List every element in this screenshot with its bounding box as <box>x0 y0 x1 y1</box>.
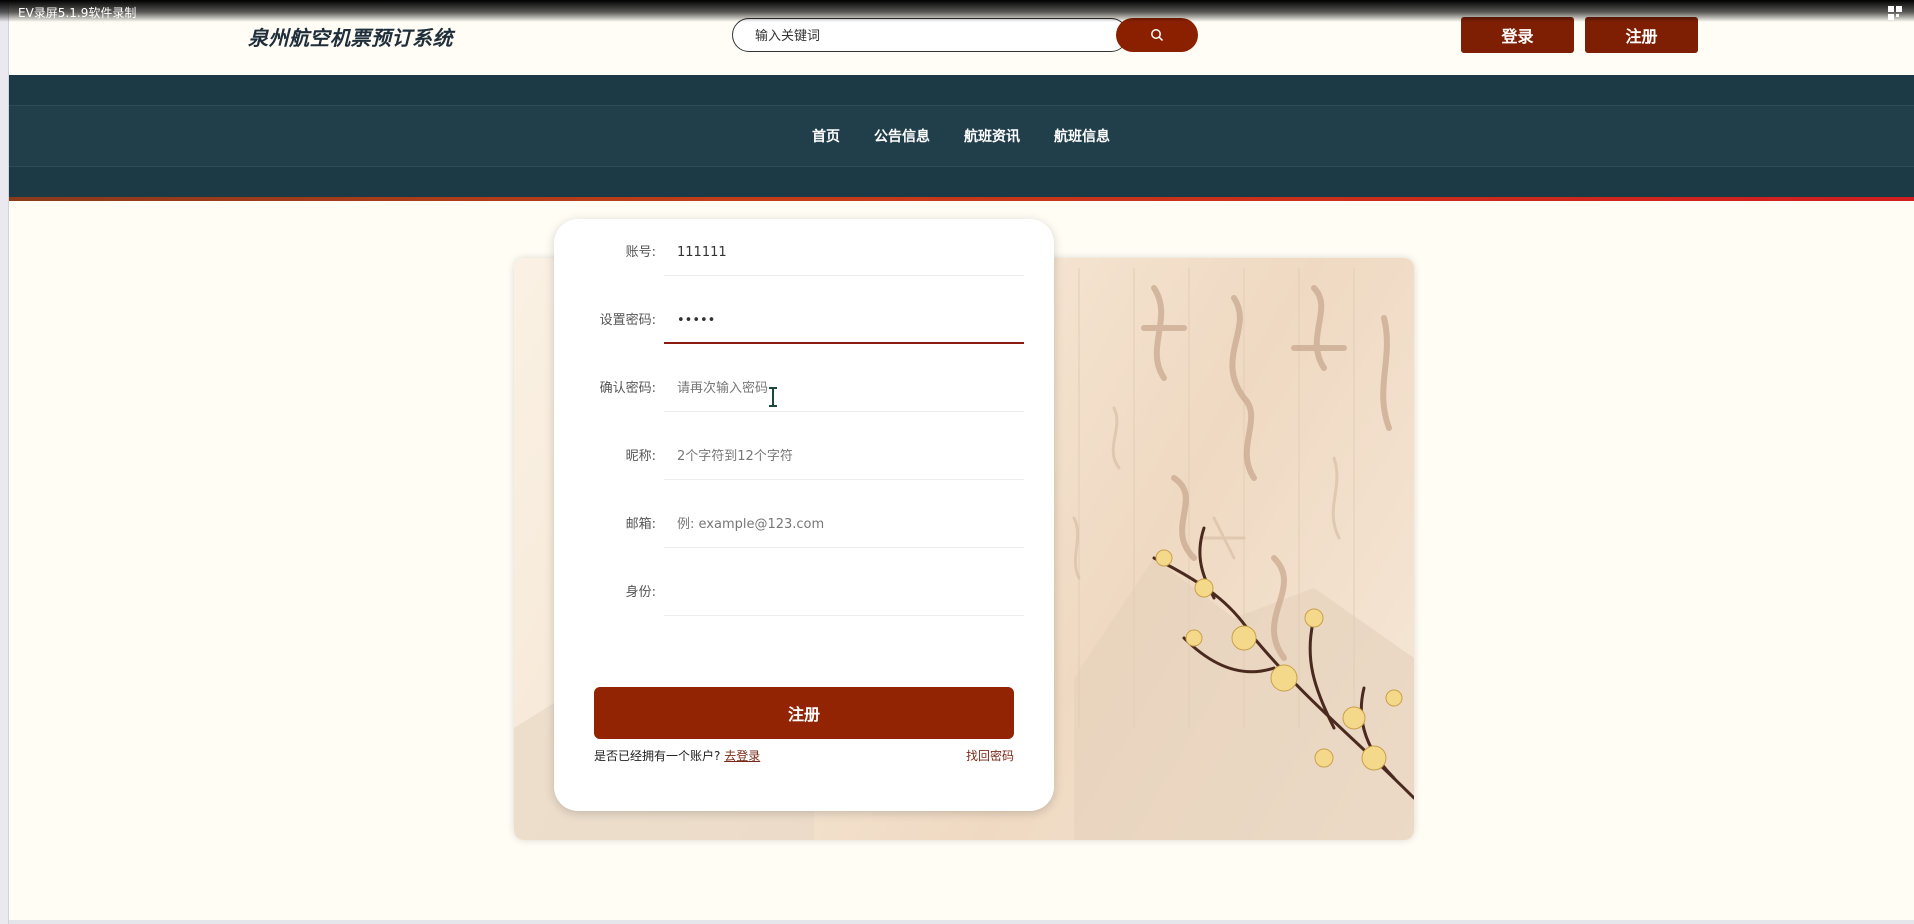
submit-register-button[interactable]: 注册 <box>594 687 1014 739</box>
nav-item-flight-news[interactable]: 航班资讯 <box>964 126 1020 146</box>
field-row-confirm-password: 确认密码: <box>554 355 1054 423</box>
search-box <box>732 18 1128 52</box>
field-row-nickname: 昵称: <box>554 423 1054 491</box>
main-nav: 首页 公告信息 航班资讯 航班信息 <box>8 75 1914 197</box>
field-row-email: 邮箱: <box>554 491 1054 559</box>
has-account-text: 是否已经拥有一个账户? <box>594 749 721 763</box>
role-input[interactable] <box>664 570 1024 616</box>
search-icon <box>1151 29 1164 42</box>
account-label: 账号: <box>625 245 656 260</box>
password-input[interactable] <box>664 298 1024 344</box>
field-row-account: 账号: <box>554 219 1054 287</box>
confirm-password-label: 确认密码: <box>599 381 656 396</box>
go-login-link[interactable]: 去登录 <box>724 749 760 763</box>
nickname-input[interactable] <box>664 434 1024 480</box>
forgot-password-link[interactable]: 找回密码 <box>966 747 1014 764</box>
nav-item-flight-info[interactable]: 航班信息 <box>1054 126 1110 146</box>
recorder-overlay: EV录屏5.1.9软件录制 <box>0 0 1914 22</box>
account-input[interactable] <box>664 230 1024 276</box>
nav-accent-line <box>8 197 1914 201</box>
confirm-password-input[interactable] <box>664 366 1024 412</box>
window-left-edge <box>0 0 9 924</box>
window-bottom-edge <box>0 920 1914 924</box>
nickname-label: 昵称: <box>625 449 656 464</box>
login-button[interactable]: 登录 <box>1461 17 1574 53</box>
register-form-card: 账号: 设置密码: 确认密码: 昵称: 邮箱: 身份: 注册 是否已经拥有一个账… <box>554 219 1054 811</box>
field-row-password: 设置密码: <box>554 287 1054 355</box>
field-row-role: 身份: <box>554 559 1054 627</box>
search-input[interactable] <box>753 25 1057 47</box>
register-button[interactable]: 注册 <box>1585 17 1698 53</box>
search-button[interactable] <box>1116 18 1198 52</box>
site-title: 泉州航空机票预订系统 <box>248 26 453 50</box>
nav-item-home[interactable]: 首页 <box>812 126 840 146</box>
email-input[interactable] <box>664 502 1024 548</box>
nav-item-announcements[interactable]: 公告信息 <box>874 126 930 146</box>
grid-icon[interactable] <box>1888 6 1902 20</box>
password-label: 设置密码: <box>599 313 656 328</box>
login-prompt: 是否已经拥有一个账户? 去登录 <box>594 747 760 764</box>
role-label: 身份: <box>625 585 656 600</box>
email-label: 邮箱: <box>625 517 656 532</box>
recorder-title: EV录屏5.1.9软件录制 <box>18 6 137 20</box>
text-cursor-icon <box>769 387 777 407</box>
